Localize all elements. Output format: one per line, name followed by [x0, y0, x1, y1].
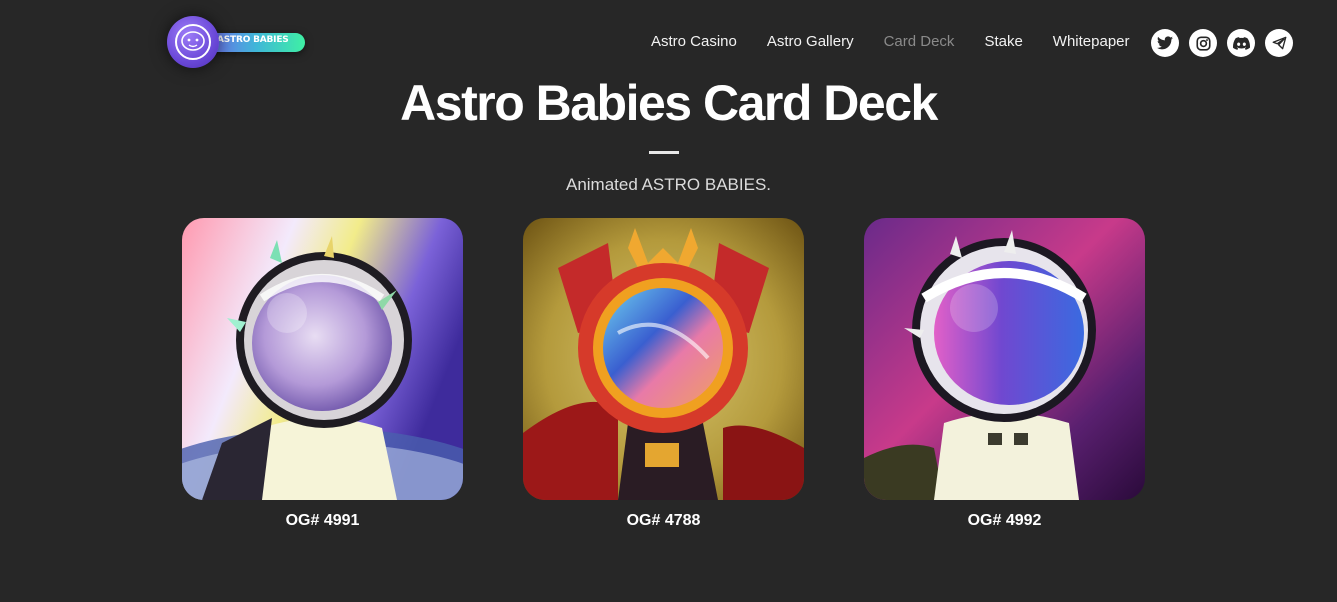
social-links	[1151, 29, 1303, 57]
card-item: OG# 4788	[523, 218, 804, 530]
card-image[interactable]	[523, 218, 804, 500]
brand-logo[interactable]: ASTRO BABIES	[167, 16, 307, 70]
card-label: OG# 4992	[967, 512, 1042, 529]
discord-icon[interactable]	[1227, 29, 1255, 57]
main-nav: Astro Casino Astro Gallery Card Deck Sta…	[651, 33, 1160, 50]
page-subtitle: Animated ASTRO BABIES.	[565, 175, 772, 194]
card-item: OG# 4992	[864, 218, 1145, 530]
card-label: OG# 4788	[626, 512, 701, 529]
nav-astro-gallery[interactable]: Astro Gallery	[767, 33, 854, 50]
card-image[interactable]	[182, 218, 463, 500]
telegram-icon[interactable]	[1265, 29, 1293, 57]
nav-stake[interactable]: Stake	[984, 33, 1022, 50]
instagram-icon[interactable]	[1189, 29, 1217, 57]
card-item: OG# 4991	[182, 218, 463, 530]
nav-whitepaper[interactable]: Whitepaper	[1053, 33, 1130, 50]
brand-name: ASTRO BABIES	[217, 35, 289, 45]
card-label: OG# 4991	[285, 512, 360, 529]
astronaut-logo-icon	[167, 16, 219, 68]
nav-card-deck[interactable]: Card Deck	[884, 33, 955, 50]
title-divider	[649, 151, 679, 154]
card-image[interactable]	[864, 218, 1145, 500]
twitter-icon[interactable]	[1151, 29, 1179, 57]
page-title: Astro Babies Card Deck	[400, 75, 938, 131]
nav-astro-casino[interactable]: Astro Casino	[651, 33, 737, 50]
